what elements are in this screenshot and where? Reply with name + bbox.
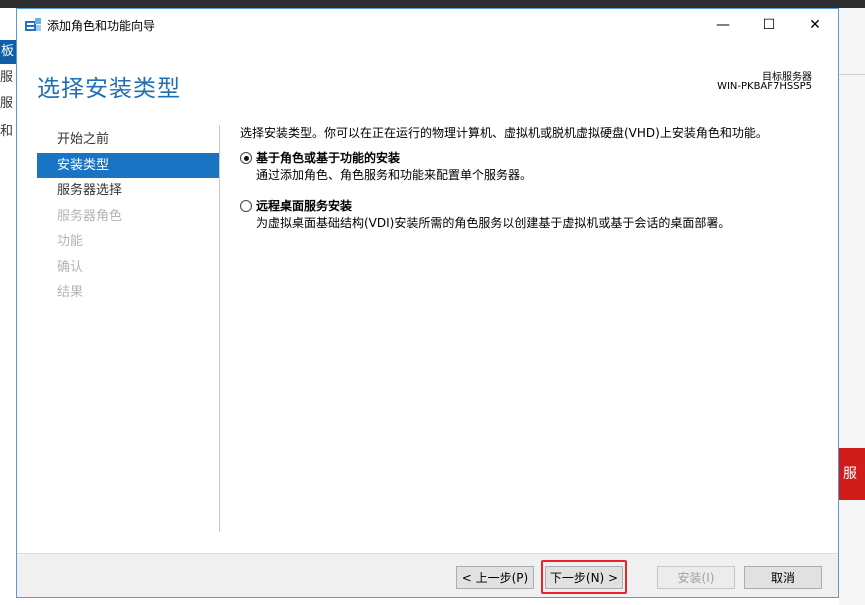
wizard-content: 选择安装类型。你可以在正在运行的物理计算机、虚拟机或脱机虚拟硬盘(VHD)上安装… xyxy=(240,124,830,246)
background-left-tile: 板 xyxy=(0,40,16,64)
step-installation-type[interactable]: 安装类型 xyxy=(37,152,219,178)
step-before-you-begin[interactable]: 开始之前 xyxy=(37,127,219,153)
step-results: 结果 xyxy=(57,285,84,300)
background-left-text: 服务 xyxy=(0,96,14,111)
background-divider xyxy=(839,74,865,75)
wizard-footer: < 上一步(P) 下一步(N) > 安装(I) 取消 xyxy=(17,553,838,597)
close-button[interactable]: ✕ xyxy=(792,9,838,41)
option-description: 为虚拟桌面基础结构(VDI)安装所需的角色服务以创建基于虚拟机或基于会话的桌面部… xyxy=(256,216,731,230)
minimize-button[interactable]: — xyxy=(700,9,746,41)
destination-server-name: WIN-PKBAF7HSSP5 xyxy=(717,81,812,92)
option-role-based-install[interactable]: 基于角色或基于功能的安装 通过添加角色、角色服务和功能来配置单个服务器。 xyxy=(240,150,830,184)
server-manager-icon xyxy=(25,18,41,31)
background-right-panel xyxy=(839,8,865,605)
background-titlebar xyxy=(0,0,865,8)
option-title[interactable]: 远程桌面服务安装 xyxy=(256,198,830,214)
role-based-radio[interactable] xyxy=(240,152,252,164)
window-title: 添加角色和功能向导 xyxy=(47,19,156,33)
step-features: 功能 xyxy=(57,234,84,249)
page-title: 选择安装类型 xyxy=(37,76,181,102)
background-red-tile: 服 xyxy=(839,448,865,500)
remote-desktop-radio[interactable] xyxy=(240,200,252,212)
intro-text: 选择安装类型。你可以在正在运行的物理计算机、虚拟机或脱机虚拟硬盘(VHD)上安装… xyxy=(240,126,768,140)
option-title[interactable]: 基于角色或基于功能的安装 xyxy=(256,150,830,166)
next-button-highlight xyxy=(541,560,627,594)
previous-button[interactable]: < 上一步(P) xyxy=(456,566,534,589)
add-roles-wizard-dialog: 添加角色和功能向导 — ☐ ✕ 选择安装类型 目标服务器 WIN-PKBAF7H… xyxy=(16,8,839,598)
titlebar[interactable]: 添加角色和功能向导 — ☐ ✕ xyxy=(17,9,838,41)
option-remote-desktop-install[interactable]: 远程桌面服务安装 为虚拟桌面基础结构(VDI)安装所需的角色服务以创建基于虚拟机… xyxy=(240,198,830,232)
wizard-steps-nav: 开始之前 安装类型 服务器选择 服务器角色 功能 确认 结果 xyxy=(37,127,219,306)
cancel-button[interactable]: 取消 xyxy=(744,566,822,589)
nav-divider xyxy=(219,125,220,532)
background-left-text: 和存 xyxy=(0,124,14,139)
step-server-selection[interactable]: 服务器选择 xyxy=(37,178,219,204)
step-confirmation: 确认 xyxy=(57,259,84,275)
maximize-button[interactable]: ☐ xyxy=(746,9,792,41)
option-description: 通过添加角色、角色服务和功能来配置单个服务器。 xyxy=(256,168,533,182)
background-left-text: 服务 xyxy=(0,70,14,85)
step-server-roles: 服务器角色 xyxy=(57,208,123,224)
install-button: 安装(I) xyxy=(657,566,735,589)
wizard-header: 选择安装类型 目标服务器 WIN-PKBAF7HSSP5 xyxy=(17,41,838,121)
